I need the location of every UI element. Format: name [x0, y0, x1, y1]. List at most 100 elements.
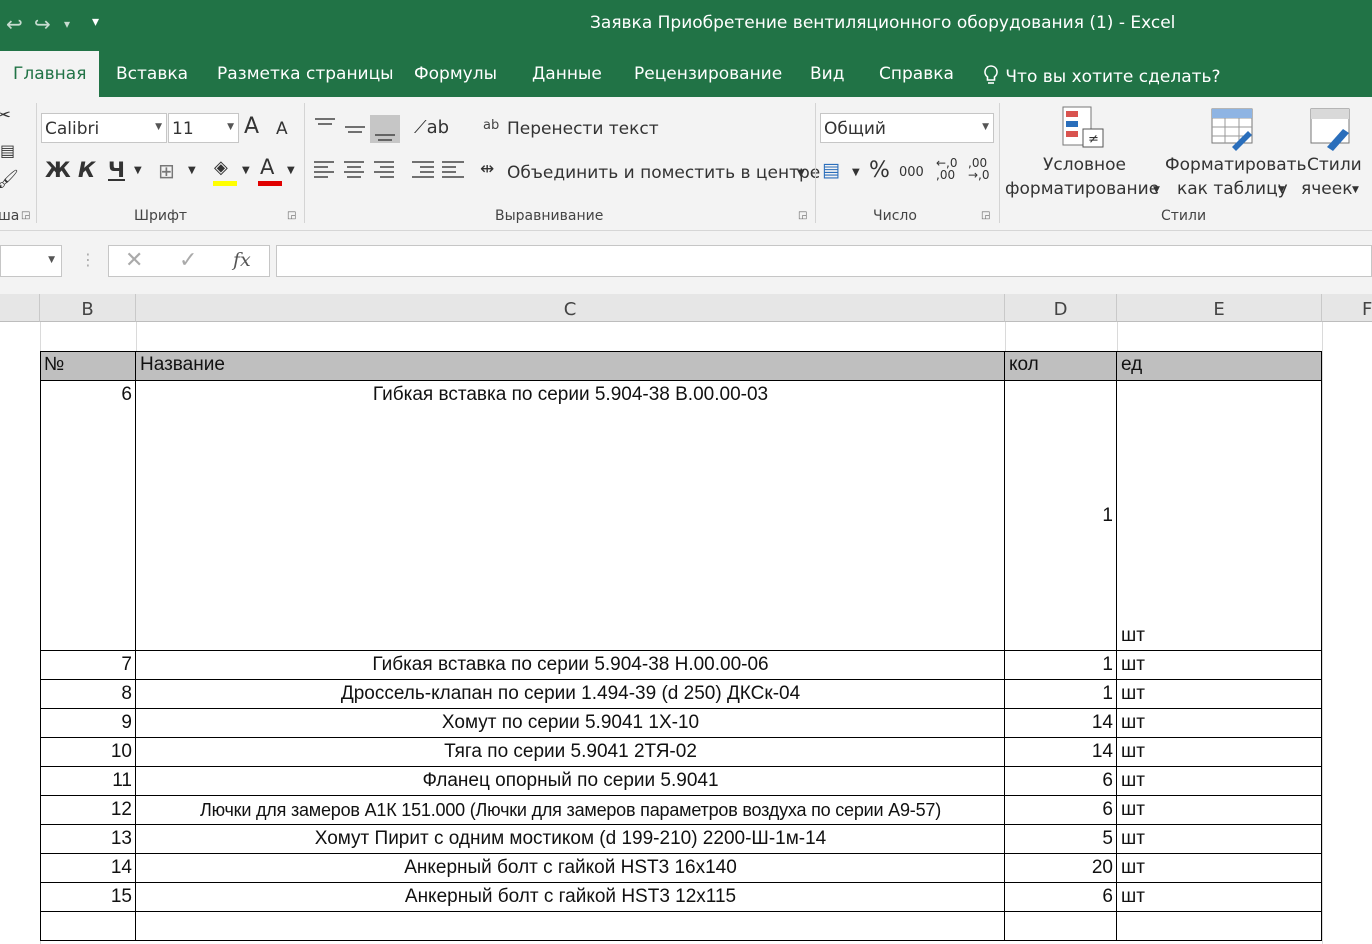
column-header-b[interactable]: B [40, 294, 136, 322]
underline-button[interactable]: Ч [108, 158, 125, 182]
redo-icon[interactable]: ↪ [34, 12, 51, 36]
row-7-unit[interactable]: шт [1117, 651, 1322, 679]
bold-button[interactable]: Ж [45, 158, 71, 182]
row-11-qty[interactable]: 6 [1005, 767, 1117, 795]
column-header-d[interactable]: D [1005, 294, 1117, 322]
row-6-num[interactable]: 6 [40, 381, 136, 409]
font-name-combo[interactable]: Calibri ▼ [41, 113, 167, 143]
tell-me-search[interactable]: Что вы хотите сделать? [982, 64, 1221, 87]
row-9-num[interactable]: 9 [40, 709, 136, 737]
font-size-combo[interactable]: 11 ▼ [168, 113, 239, 143]
grow-font-button[interactable]: A [244, 114, 259, 139]
borders-icon[interactable]: ⊞ [158, 159, 175, 183]
header-num[interactable]: № [40, 351, 136, 379]
conditional-formatting-icon[interactable]: ≠ [1061, 105, 1107, 151]
italic-button[interactable]: К [78, 158, 95, 182]
tab-review[interactable]: Рецензирование [634, 64, 782, 84]
row-15-name[interactable]: Анкерный болт с гайкой HST3 12х115 [136, 883, 1005, 911]
tab-help[interactable]: Справка [879, 64, 954, 84]
name-box[interactable]: ▼ [0, 245, 62, 277]
undo-icon[interactable]: ↩ [6, 12, 23, 36]
row-9-qty[interactable]: 14 [1005, 709, 1117, 737]
row-12-unit[interactable]: шт [1117, 796, 1322, 824]
format-as-table-line1[interactable]: Форматировать [1165, 155, 1307, 175]
decrease-decimal-button[interactable]: ,00 →,0 [968, 157, 996, 181]
chevron-down-icon[interactable]: ▼ [1153, 185, 1160, 195]
row-10-name[interactable]: Тяга по серии 5.9041 2ТЯ-02 [136, 738, 1005, 766]
font-color-button[interactable]: A [260, 155, 274, 179]
row-9-unit[interactable]: шт [1117, 709, 1322, 737]
row-8-num[interactable]: 8 [40, 680, 136, 708]
format-as-table-icon[interactable] [1210, 107, 1256, 151]
format-as-table-line2[interactable]: как таблицу [1177, 179, 1288, 199]
row-7-qty[interactable]: 1 [1005, 651, 1117, 679]
row-15-unit[interactable]: шт [1117, 883, 1322, 911]
merge-center-icon[interactable]: ⇹ [480, 159, 494, 179]
formula-input[interactable] [276, 245, 1372, 277]
chevron-down-icon[interactable]: ▼ [1278, 185, 1285, 195]
cut-icon[interactable]: ✂ [0, 105, 11, 126]
row-14-name[interactable]: Анкерный болт с гайкой HST3 16х140 [136, 854, 1005, 882]
header-qty[interactable]: кол [1005, 351, 1117, 379]
redo-dropdown-icon[interactable]: ▾ [64, 17, 70, 31]
row-6-name[interactable]: Гибкая вставка по серии 5.904-38 В.00.00… [136, 381, 1005, 409]
customize-qat-icon[interactable]: ▾ [92, 14, 99, 30]
row-7-name[interactable]: Гибкая вставка по серии 5.904-38 Н.00.00… [136, 651, 1005, 679]
orientation-icon[interactable]: ⟋ab [414, 117, 449, 138]
wrap-text-icon[interactable]: ab [483, 118, 499, 133]
row-14-unit[interactable]: шт [1117, 854, 1322, 882]
chevron-down-icon[interactable]: ▼ [1352, 185, 1359, 195]
number-format-combo[interactable]: Общий ▼ [820, 113, 994, 143]
row-11-name[interactable]: Фланец опорный по серии 5.9041 [136, 767, 1005, 795]
tab-page-layout[interactable]: Разметка страницы [217, 64, 394, 84]
chevron-down-icon[interactable]: ▼ [242, 165, 250, 176]
column-header-c[interactable]: C [136, 294, 1005, 322]
row-8-qty[interactable]: 1 [1005, 680, 1117, 708]
chevron-down-icon[interactable]: ▼ [134, 165, 142, 176]
cancel-icon[interactable]: ✕ [125, 248, 143, 273]
row-15-num[interactable]: 15 [40, 883, 136, 911]
row-13-qty[interactable]: 5 [1005, 825, 1117, 853]
increase-decimal-button[interactable]: ←,0 ,00 [936, 157, 964, 181]
chevron-down-icon[interactable]: ▼ [188, 165, 196, 176]
row-12-num[interactable]: 12 [40, 796, 136, 824]
row-10-num[interactable]: 10 [40, 738, 136, 766]
column-header-e[interactable]: E [1117, 294, 1322, 322]
row-8-unit[interactable]: шт [1117, 680, 1322, 708]
worksheet[interactable]: B C D E F № Название кол ед 6 Гибкая вст… [0, 294, 1372, 944]
cell-styles-icon[interactable] [1309, 107, 1355, 151]
thousands-button[interactable]: 000 [899, 165, 924, 180]
row-13-num[interactable]: 13 [40, 825, 136, 853]
row-13-unit[interactable]: шт [1117, 825, 1322, 853]
row-12-name[interactable]: Лючки для замеров А1К 151.000 (Лючки для… [136, 796, 1005, 824]
enter-icon[interactable]: ✓ [179, 248, 197, 273]
tab-home[interactable]: Главная [0, 51, 100, 97]
column-header-a[interactable] [0, 294, 40, 322]
row-11-num[interactable]: 11 [40, 767, 136, 795]
alignment-launcher-icon[interactable]: ◲ [798, 210, 807, 221]
shrink-font-button[interactable]: A [276, 119, 288, 139]
header-unit[interactable]: ед [1117, 351, 1322, 379]
row-12-qty[interactable]: 6 [1005, 796, 1117, 824]
chevron-down-icon[interactable]: ▼ [852, 167, 860, 178]
row-8-name[interactable]: Дроссель-клапан по серии 1.494-39 (d 250… [136, 680, 1005, 708]
clipboard-launcher-icon[interactable]: ◲ [21, 210, 30, 221]
wrap-text-button[interactable]: Перенести текст [507, 119, 659, 139]
number-launcher-icon[interactable]: ◲ [981, 210, 990, 221]
row-10-unit[interactable]: шт [1117, 738, 1322, 766]
row-11-unit[interactable]: шт [1117, 767, 1322, 795]
horizontal-align-icons[interactable] [312, 159, 472, 183]
row-6-unit[interactable]: шт [1117, 622, 1322, 650]
fill-color-icon[interactable]: ◈ [214, 157, 228, 178]
tab-insert[interactable]: Вставка [116, 64, 188, 84]
currency-icon[interactable]: ▤ [822, 159, 840, 181]
percent-button[interactable]: % [869, 158, 890, 183]
row-14-num[interactable]: 14 [40, 854, 136, 882]
header-name[interactable]: Название [136, 351, 1005, 379]
tab-view[interactable]: Вид [810, 64, 844, 84]
cell-styles-line1[interactable]: Стили [1307, 155, 1362, 175]
tab-formulas[interactable]: Формулы [414, 64, 497, 84]
row-15-qty[interactable]: 6 [1005, 883, 1117, 911]
conditional-formatting-line2[interactable]: форматирование [1005, 179, 1159, 199]
row-10-qty[interactable]: 14 [1005, 738, 1117, 766]
